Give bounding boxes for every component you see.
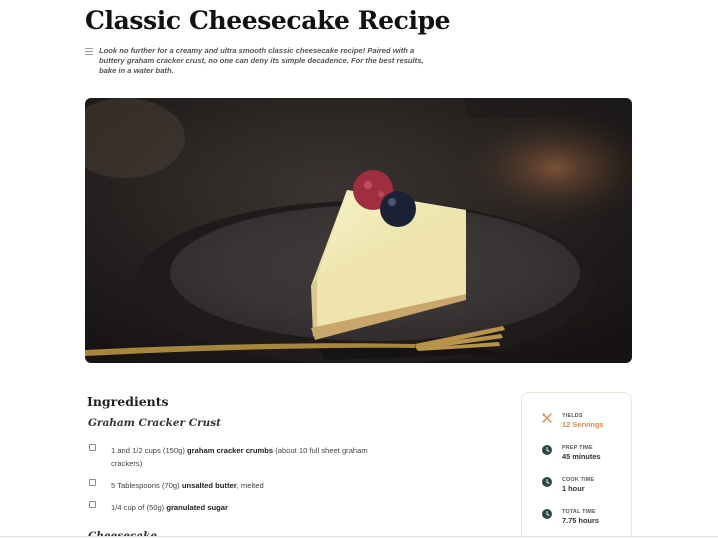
meta-label: COOK TIME xyxy=(562,477,595,483)
ingredients-heading: Ingredients xyxy=(87,394,169,409)
utensils-icon xyxy=(542,413,552,423)
ingredient-text: 5 Tablespoons (70g) unsalted butter, mel… xyxy=(111,479,396,492)
ingredient-text: 1/4 cup of (50g) granulated sugar xyxy=(111,501,396,514)
clock-icon xyxy=(542,445,552,455)
ingredient-amount: 1/4 cup of (50g) xyxy=(111,503,165,512)
ingredient-checkbox[interactable] xyxy=(89,444,96,451)
recipe-meta-card: YIELDS 12 Servings PREP TIME 45 minutes … xyxy=(521,392,632,539)
hero-image xyxy=(85,98,632,363)
recipe-intro: Look no further for a creamy and ultra s… xyxy=(99,46,424,75)
ingredient-name: graham cracker crumbs xyxy=(187,446,274,455)
clock-icon xyxy=(542,509,552,519)
meta-value: 1 hour xyxy=(562,484,585,493)
meta-label: PREP TIME xyxy=(562,445,593,451)
meta-value: 7.75 hours xyxy=(562,516,599,525)
ingredient-name: granulated sugar xyxy=(166,503,228,512)
ingredient-amount: 1 and 1/2 cups (150g) xyxy=(111,446,185,455)
page-title: Classic Cheesecake Recipe xyxy=(85,6,451,35)
group-heading-crust: Graham Cracker Crust xyxy=(88,417,222,429)
meta-value: 12 Servings xyxy=(562,420,604,429)
menu-lines-icon xyxy=(85,48,93,55)
ingredient-note: , melted xyxy=(236,481,264,490)
meta-label: TOTAL TIME xyxy=(562,509,596,515)
ingredient-amount: 5 Tablespoons (70g) xyxy=(111,481,180,490)
ingredient-checkbox[interactable] xyxy=(89,501,96,508)
ingredient-text: 1 and 1/2 cups (150g) graham cracker cru… xyxy=(111,444,396,470)
ingredient-name: unsalted butter xyxy=(181,481,237,490)
clock-icon xyxy=(542,477,552,487)
cheesecake-photo xyxy=(85,98,632,363)
meta-value: 45 minutes xyxy=(562,452,601,461)
meta-label: YIELDS xyxy=(562,413,583,419)
ingredient-checkbox[interactable] xyxy=(89,479,96,486)
